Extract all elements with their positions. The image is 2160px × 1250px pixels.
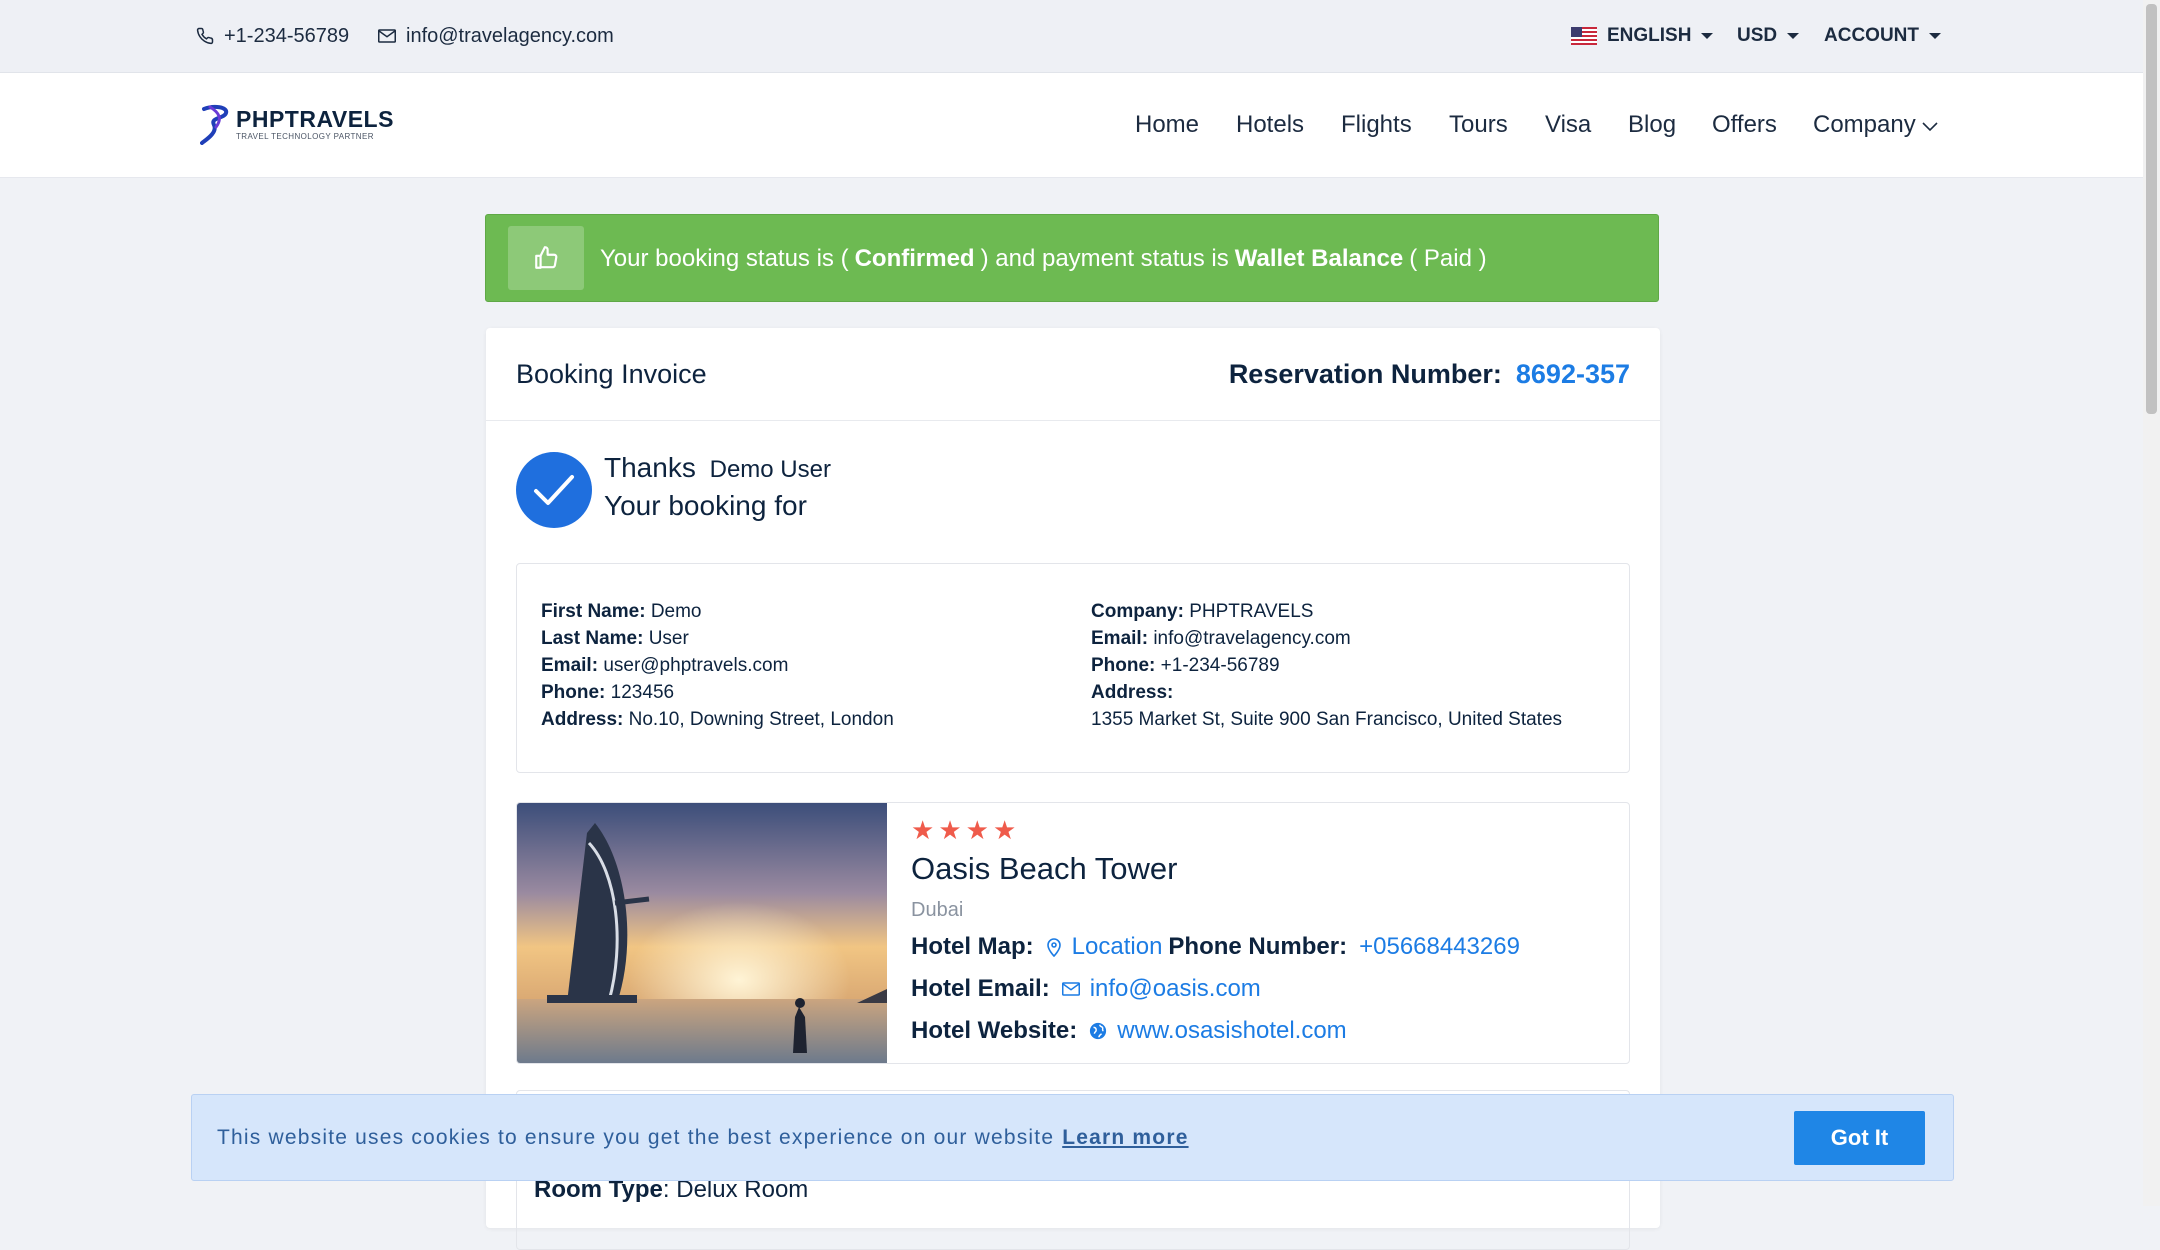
currency-dropdown[interactable]: USD: [1737, 0, 1800, 72]
mail-icon: [378, 29, 396, 43]
hotel-phone-link[interactable]: +05668443269: [1359, 933, 1520, 961]
customer-first-name: First Name: Demo: [541, 601, 702, 622]
hotel-location-text: Location: [1071, 933, 1163, 960]
language-label: ENGLISH: [1607, 25, 1692, 46]
language-dropdown[interactable]: ENGLISH: [1571, 0, 1714, 72]
alert-prefix: Your booking status is (: [600, 245, 849, 272]
account-dropdown[interactable]: ACCOUNT: [1824, 0, 1941, 72]
nav-company[interactable]: Company: [1813, 73, 1938, 177]
invoice-title: Booking Invoice: [516, 358, 707, 389]
got-it-button[interactable]: Got It: [1794, 1111, 1925, 1165]
topbar-phone[interactable]: +1-234-56789: [196, 0, 349, 72]
chevron-down-icon: [1922, 122, 1938, 132]
nav-visa[interactable]: Visa: [1545, 73, 1591, 177]
alert-message: Your booking status is ( Confirmed ) and…: [600, 215, 1487, 303]
main-navbar: PHPTRAVELS TRAVEL TECHNOLOGY PARTNER Hom…: [0, 73, 2143, 178]
invoice-card: Booking Invoice Reservation Number: 8692…: [486, 328, 1660, 1250]
customer-details: First Name: Demo Last Name: User Email: …: [541, 598, 894, 733]
nav-home[interactable]: Home: [1135, 73, 1199, 177]
hotel-image: [517, 803, 887, 1063]
top-bar: +1-234-56789 info@travelagency.com ENGLI…: [0, 0, 2143, 73]
thumbs-up-icon: [535, 246, 558, 269]
cookie-banner: This website uses cookies to ensure you …: [191, 1094, 1954, 1181]
brand-name: PHPTRAVELS: [236, 105, 394, 132]
alert-icon-box: [508, 226, 584, 290]
customer-phone: Phone: 123456: [541, 682, 675, 703]
hotel-star-rating: ★★★★: [911, 815, 1020, 846]
star-icon: ★: [911, 815, 939, 845]
hotel-website-label: Hotel Website:: [911, 1017, 1078, 1044]
user-name: Demo User: [709, 456, 831, 483]
map-pin-icon: [1046, 938, 1061, 957]
nav-company-label: Company: [1813, 111, 1916, 138]
hotel-city: Dubai: [911, 899, 964, 921]
company-email: Email: info@travelagency.com: [1091, 628, 1351, 649]
hotel-map-label: Hotel Map:: [911, 933, 1034, 960]
nav-tours[interactable]: Tours: [1449, 73, 1508, 177]
hotel-info-box: ★★★★ Oasis Beach Tower Dubai Hotel Map: …: [516, 802, 1630, 1064]
hotel-name: Oasis Beach Tower: [911, 851, 1178, 886]
hotel-website-text: www.osasishotel.com: [1117, 1017, 1347, 1044]
customer-email: Email: user@phptravels.com: [541, 655, 789, 676]
cookie-message: This website uses cookies to ensure you …: [217, 1095, 1189, 1180]
invoice-header: Booking Invoice Reservation Number: 8692…: [486, 328, 1660, 421]
chevron-down-icon: [1787, 33, 1800, 39]
thanks-text: Thanks: [604, 452, 696, 483]
cookie-text: This website uses cookies to ensure you …: [217, 1125, 1055, 1149]
brand-tagline: TRAVEL TECHNOLOGY PARTNER: [236, 131, 374, 141]
payment-status-value: ( Paid ): [1409, 245, 1487, 272]
hotel-email-label: Hotel Email:: [911, 975, 1050, 1002]
hotel-website-row: Hotel Website: www.osasishotel.com: [911, 1017, 1347, 1045]
brand-logo[interactable]: PHPTRAVELS TRAVEL TECHNOLOGY PARTNER: [200, 103, 394, 145]
topbar-email[interactable]: info@travelagency.com: [378, 0, 614, 72]
nav-flights[interactable]: Flights: [1341, 73, 1412, 177]
company-address-label: Address:: [1091, 682, 1174, 703]
hotel-map-row: Hotel Map: Location Phone Number: +05668…: [911, 933, 1520, 961]
alert-middle: ) and payment status is: [980, 245, 1229, 272]
chevron-down-icon: [1701, 33, 1714, 39]
booking-status-value: Confirmed: [854, 245, 975, 272]
check-circle-icon: [516, 452, 592, 528]
hotel-email-row: Hotel Email: info@oasis.com: [911, 975, 1261, 1003]
company-phone: Phone: +1-234-56789: [1091, 655, 1280, 676]
hotel-phone-label: Phone Number:: [1168, 933, 1348, 960]
hotel-email-link[interactable]: info@oasis.com: [1061, 975, 1261, 1003]
nav-offers[interactable]: Offers: [1712, 73, 1777, 177]
company-name: Company: PHPTRAVELS: [1091, 601, 1314, 622]
nav-hotels[interactable]: Hotels: [1236, 73, 1304, 177]
learn-more-link[interactable]: Learn more: [1062, 1126, 1188, 1150]
nav-blog[interactable]: Blog: [1628, 73, 1676, 177]
globe-icon: [1090, 1022, 1107, 1040]
reservation-label: Reservation Number:: [1228, 358, 1502, 389]
topbar-phone-text: +1-234-56789: [224, 24, 350, 47]
company-address: 1355 Market St, Suite 900 San Francisco,…: [1091, 709, 1563, 730]
booking-for-text: Your booking for: [604, 490, 807, 521]
phone-icon: [196, 27, 214, 45]
booking-status-alert: Your booking status is ( Confirmed ) and…: [485, 214, 1659, 302]
hotel-email-text: info@oasis.com: [1089, 975, 1261, 1002]
reservation-number-value: 8692-357: [1515, 358, 1630, 389]
star-icon: ★: [965, 815, 993, 845]
thanks-message: Thanks Demo User: [604, 452, 831, 484]
customer-last-name: Last Name: User: [541, 628, 689, 649]
account-label: ACCOUNT: [1824, 25, 1919, 46]
hotel-location-link[interactable]: Location: [1046, 933, 1163, 961]
us-flag-icon: [1571, 27, 1597, 45]
scrollbar-thumb[interactable]: [2146, 4, 2157, 414]
logo-icon: [200, 104, 229, 145]
star-icon: ★: [992, 815, 1021, 845]
company-details: Company: PHPTRAVELS Email: info@travelag…: [1091, 598, 1562, 733]
currency-label: USD: [1737, 25, 1778, 46]
topbar-email-text: info@travelagency.com: [406, 24, 614, 47]
reservation-number: Reservation Number: 8692-357: [1229, 328, 1630, 420]
star-icon: ★: [938, 815, 966, 845]
booking-details-box: First Name: Demo Last Name: User Email: …: [516, 563, 1630, 773]
customer-address: Address: No.10, Downing Street, London: [541, 709, 894, 730]
hotel-website-link[interactable]: www.osasishotel.com: [1089, 1017, 1347, 1045]
payment-method-value: Wallet Balance: [1234, 245, 1404, 272]
chevron-down-icon: [1929, 33, 1941, 39]
mail-icon: [1061, 982, 1080, 996]
